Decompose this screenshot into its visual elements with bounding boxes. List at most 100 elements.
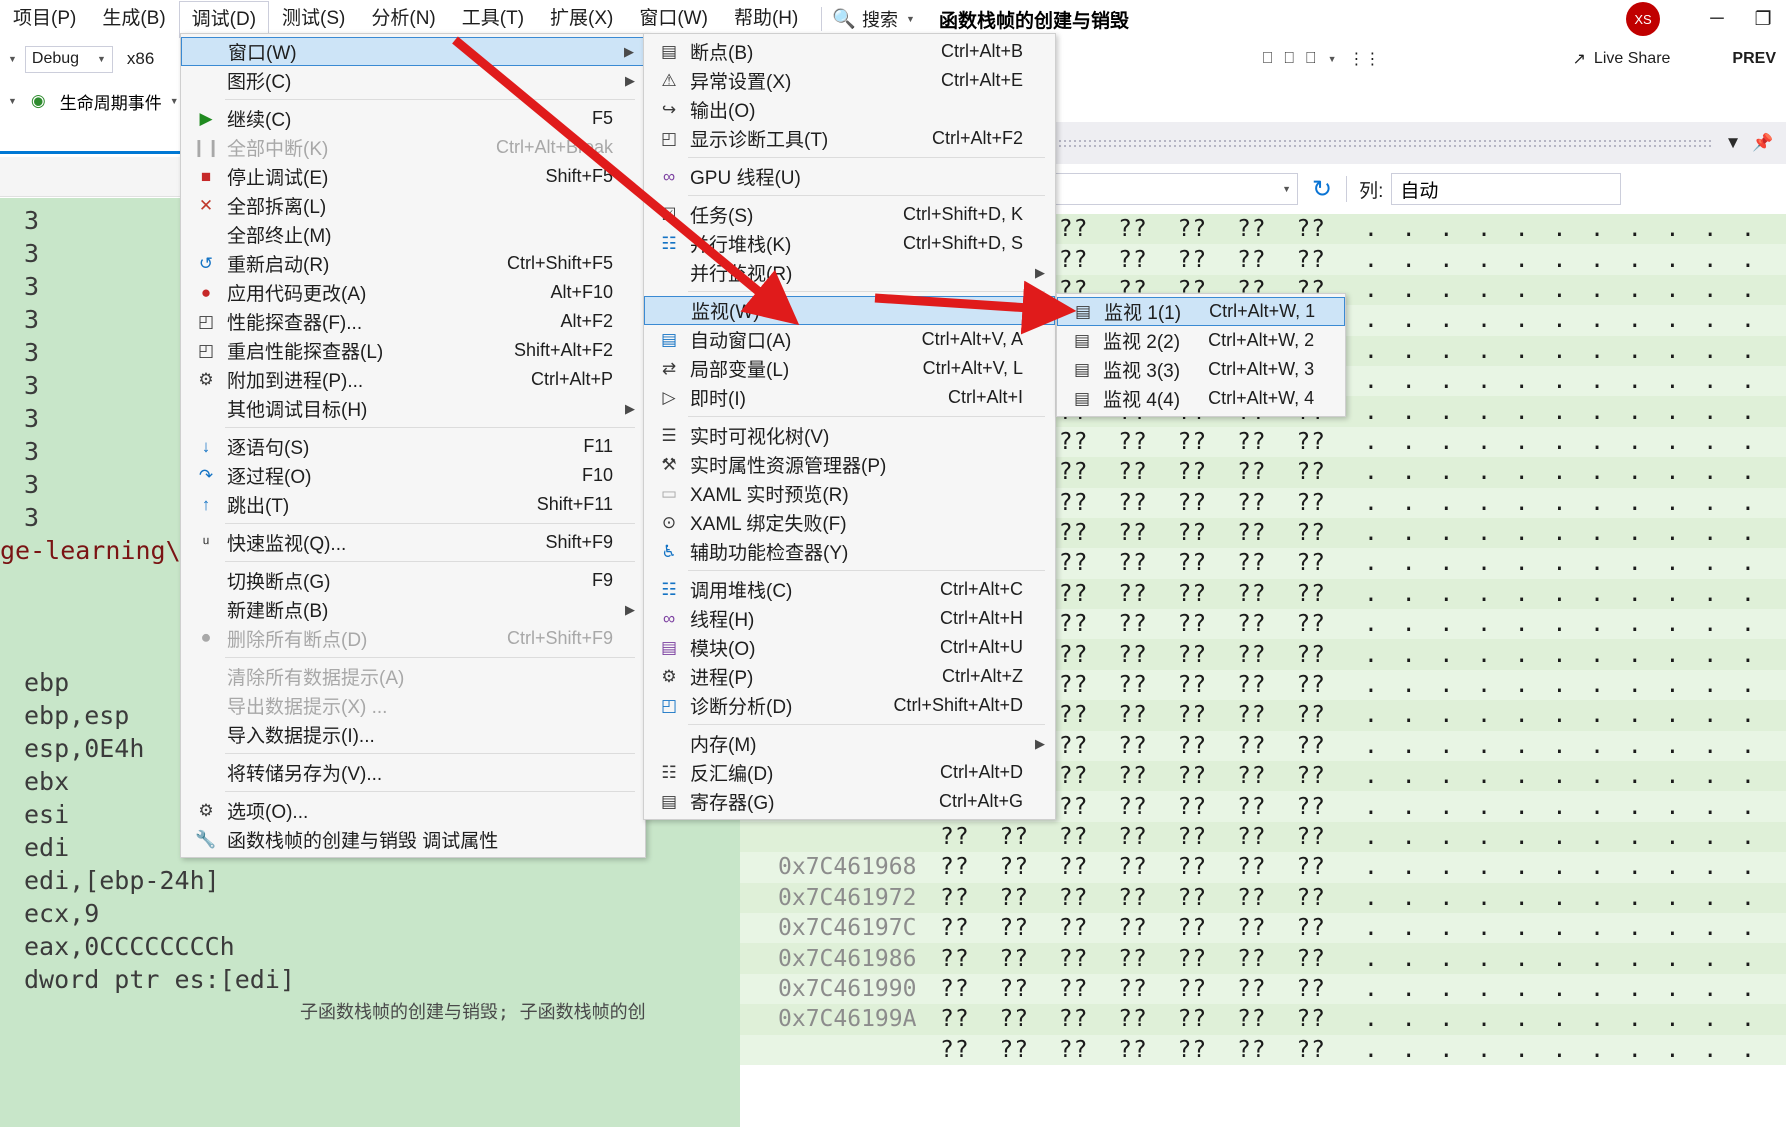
debug-menu-item[interactable]: ⚙ 选项(O)...	[181, 796, 645, 825]
debug-menu-item[interactable]: 全部终止(M)	[181, 220, 645, 249]
chevron-down-icon[interactable]: ▼	[170, 96, 179, 106]
live-share-button[interactable]: ↗ Live Share	[1573, 49, 1671, 69]
window-submenu-item[interactable]: ▷ 即时(I) Ctrl+Alt+I	[644, 383, 1055, 412]
window-submenu-item[interactable]: ↪ 输出(O)	[644, 95, 1055, 124]
window-submenu-item[interactable]: ⚠ 异常设置(X) Ctrl+Alt+E	[644, 66, 1055, 95]
watch-submenu-item[interactable]: ▤ 监视 2(2) Ctrl+Alt+W, 2	[1057, 326, 1345, 355]
debug-menu-item[interactable]: 将转储另存为(V)...	[181, 758, 645, 787]
window-submenu-item[interactable]: 监视(W) ▶	[644, 296, 1055, 325]
memory-row[interactable]: 0x7C461990 ?? ?? ?? ?? ?? ?? ?? . . . . . …	[740, 973, 1786, 1005]
toolbar-overflow-icon[interactable]: ▼	[0, 54, 25, 64]
menu-item-project[interactable]: 项目(P)	[0, 0, 89, 38]
debug-menu-item[interactable]: 切换断点(G) F9	[181, 566, 645, 595]
window-submenu-item[interactable]: ☷ 反汇编(D) Ctrl+Alt+D	[644, 758, 1055, 787]
debug-menu-item[interactable]: ↓ 逐语句(S) F11	[181, 432, 645, 461]
window-submenu-item[interactable]: ⚒ 实时属性资源管理器(P)	[644, 450, 1055, 479]
restart-icon: ↺	[198, 253, 214, 273]
hot-reload-icon: ●	[200, 282, 212, 302]
debug-menu-item[interactable]: 新建断点(B) ▶	[181, 595, 645, 624]
debug-menu-item[interactable]: 其他调试目标(H) ▶	[181, 394, 645, 423]
restore-button[interactable]: ❐	[1740, 2, 1786, 36]
window-submenu-item[interactable]: ∞ GPU 线程(U)	[644, 162, 1055, 191]
menu-item-label: XAML 实时预览(R)	[690, 485, 849, 506]
grid-icon[interactable]: ⋮⋮	[1349, 49, 1381, 69]
pin-icon[interactable]: 📌	[1748, 133, 1778, 153]
window-submenu-item[interactable]: ◰ 显示诊断工具(T) Ctrl+Alt+F2	[644, 124, 1055, 153]
debug-menu-item[interactable]: ▶ 继续(C) F5	[181, 104, 645, 133]
watch-icon: ▤	[1073, 359, 1091, 379]
window-submenu-item[interactable]: ☰ 实时可视化树(V)	[644, 421, 1055, 450]
window-submenu[interactable]: ▤ 断点(B) Ctrl+Alt+B ⚠ 异常设置(X) Ctrl+Alt+E ↪ 输出(O)…	[643, 33, 1056, 820]
menu-item-shortcut: F9	[591, 570, 613, 590]
debug-dropdown-menu[interactable]: 窗口(W) ▶ 图形(C) ▶ ▶ 继续(C) F5 ❙❙ 全部中断(K) Ctrl+Alt+Br…	[180, 33, 646, 858]
window-submenu-item[interactable]: ▤ 寄存器(G) Ctrl+Alt+G	[644, 787, 1055, 816]
menu-item-build[interactable]: 生成(B)	[89, 0, 178, 38]
window-submenu-item[interactable]: ☷ 调用堆栈(C) Ctrl+Alt+C	[644, 575, 1055, 604]
debug-menu-item[interactable]: ͧͧ快速监视(Q)... Shift+F9	[181, 528, 645, 557]
window-submenu-item[interactable]: ◰ 诊断分析(D) Ctrl+Shift+Alt+D	[644, 691, 1055, 720]
debug-menu-item[interactable]: ↑ 跳出(T) Shift+F11	[181, 490, 645, 519]
window-submenu-item[interactable]: ⇄ 局部变量(L) Ctrl+Alt+V, L	[644, 354, 1055, 383]
minimize-button[interactable]: ─	[1694, 2, 1740, 36]
window-submenu-item[interactable]: ▤ 断点(B) Ctrl+Alt+B	[644, 37, 1055, 66]
debug-menu-item[interactable]: 🔧 函数栈帧的创建与销毁 调试属性	[181, 825, 645, 854]
debug-menu-item[interactable]: 窗口(W) ▶	[181, 37, 645, 66]
watch-submenu[interactable]: ▤ 监视 1(1) Ctrl+Alt+W, 1 ▤ 监视 2(2) Ctrl+Alt+W,…	[1056, 293, 1346, 417]
watch-submenu-item[interactable]: ▤ 监视 1(1) Ctrl+Alt+W, 1	[1057, 297, 1345, 326]
column-select[interactable]: 自动	[1391, 173, 1622, 205]
watch-icon: ▤	[1073, 388, 1091, 408]
live-property-explorer-icon: ⚒	[661, 454, 677, 474]
watch-submenu-item[interactable]: ▤ 监视 3(3) Ctrl+Alt+W, 3	[1057, 355, 1345, 384]
menu-item-label: 辅助功能检查器(Y)	[690, 543, 849, 564]
window-submenu-item[interactable]: 并行监视(R) ▶	[644, 258, 1055, 287]
debug-menu-item[interactable]: ↺ 重新启动(R) Ctrl+Shift+F5	[181, 249, 645, 278]
refresh-icon[interactable]: ↻	[1306, 175, 1338, 204]
toolbar-overflow-icon-2[interactable]: ▼	[0, 96, 25, 106]
dock-icon-1[interactable]: ⎕	[1263, 50, 1273, 68]
debug-menu-item[interactable]: 导入数据提示(I)...	[181, 720, 645, 749]
search-box[interactable]: 🔍 搜索 ▼	[832, 6, 915, 32]
stop-icon: ■	[200, 166, 212, 186]
memory-row[interactable]: 0x7C461972 ?? ?? ?? ?? ?? ?? ?? . . . . . …	[740, 882, 1786, 913]
platform-value[interactable]: x86	[119, 49, 162, 69]
chevron-down-icon[interactable]: ▼	[1718, 133, 1748, 153]
memory-row[interactable]: 0x7C461968 ?? ?? ?? ?? ?? ?? ?? . . . . . …	[740, 852, 1786, 883]
lifecycle-events-label[interactable]: 生命周期事件	[52, 89, 170, 114]
debug-menu-item[interactable]: ◰ 重启性能探查器(L) Shift+Alt+F2	[181, 336, 645, 365]
dock-icon-2[interactable]: ⎕	[1284, 50, 1294, 68]
memory-row[interactable]: ?? ?? ?? ?? ?? ?? ?? . . . . . . . . . . …	[740, 821, 1786, 853]
window-submenu-item[interactable]: ▤ 自动窗口(A) Ctrl+Alt+V, A	[644, 325, 1055, 354]
watch-submenu-item[interactable]: ▤ 监视 4(4) Ctrl+Alt+W, 4	[1057, 384, 1345, 413]
debug-menu-item[interactable]: ↷ 逐过程(O) F10	[181, 461, 645, 490]
menu-item-label: 导入数据提示(I)...	[227, 726, 375, 747]
avatar[interactable]: XS	[1626, 2, 1660, 36]
debug-menu-item[interactable]: ⚙ 附加到进程(P)... Ctrl+Alt+P	[181, 365, 645, 394]
window-submenu-item[interactable]: ⚙ 进程(P) Ctrl+Alt+Z	[644, 662, 1055, 691]
window-submenu-item[interactable]: ▭ XAML 实时预览(R)	[644, 479, 1055, 508]
memory-address: 0x7C461972	[778, 884, 917, 911]
window-submenu-item[interactable]: ☷ 并行堆栈(K) Ctrl+Shift+D, S	[644, 229, 1055, 258]
memory-row[interactable]: 0x7C46197C ?? ?? ?? ?? ?? ?? ?? . . . . . …	[740, 912, 1786, 944]
config-dropdown[interactable]: Debug ▼	[24, 45, 113, 73]
asm-line: edi,[ebp-24h]	[24, 866, 220, 895]
menu-item-shortcut: Ctrl+Alt+B	[940, 41, 1023, 61]
window-submenu-item[interactable]: ∞ 线程(H) Ctrl+Alt+H	[644, 604, 1055, 633]
window-submenu-item[interactable]: 内存(M) ▶	[644, 729, 1055, 758]
chevron-down-icon[interactable]: ▼	[1328, 54, 1337, 64]
memory-row[interactable]: 0x7C46199A ?? ?? ?? ?? ?? ?? ?? . . . . . …	[740, 1004, 1786, 1035]
window-submenu-item[interactable]: ⊙ XAML 绑定失败(F)	[644, 508, 1055, 537]
debug-menu-item[interactable]: ■ 停止调试(E) Shift+F5	[181, 162, 645, 191]
window-submenu-item[interactable]: ▤ 模块(O) Ctrl+Alt+U	[644, 633, 1055, 662]
window-submenu-item[interactable]: ♿ 辅助功能检查器(Y)	[644, 537, 1055, 566]
debug-menu-item[interactable]: ✕ 全部拆离(L)	[181, 191, 645, 220]
memory-row[interactable]: 0x7C461986 ?? ?? ?? ?? ?? ?? ?? . . . . . …	[740, 943, 1786, 974]
dock-icon-3[interactable]: ⎕	[1306, 50, 1316, 68]
debug-menu-item[interactable]: ● 应用代码更改(A) Alt+F10	[181, 278, 645, 307]
menu-item-label: 实时可视化树(V)	[690, 427, 830, 448]
memory-row[interactable]: ?? ?? ?? ?? ?? ?? ?? . . . . . . . . . . …	[740, 1034, 1786, 1065]
window-submenu-item[interactable]: ☑ 任务(S) Ctrl+Shift+D, K	[644, 200, 1055, 229]
debug-menu-item[interactable]: ◰ 性能探查器(F)... Alt+F2	[181, 307, 645, 336]
pause-icon: ❙❙	[191, 137, 221, 157]
debug-menu-item[interactable]: 图形(C) ▶	[181, 66, 645, 95]
menu-item-label: 局部变量(L)	[690, 360, 790, 381]
